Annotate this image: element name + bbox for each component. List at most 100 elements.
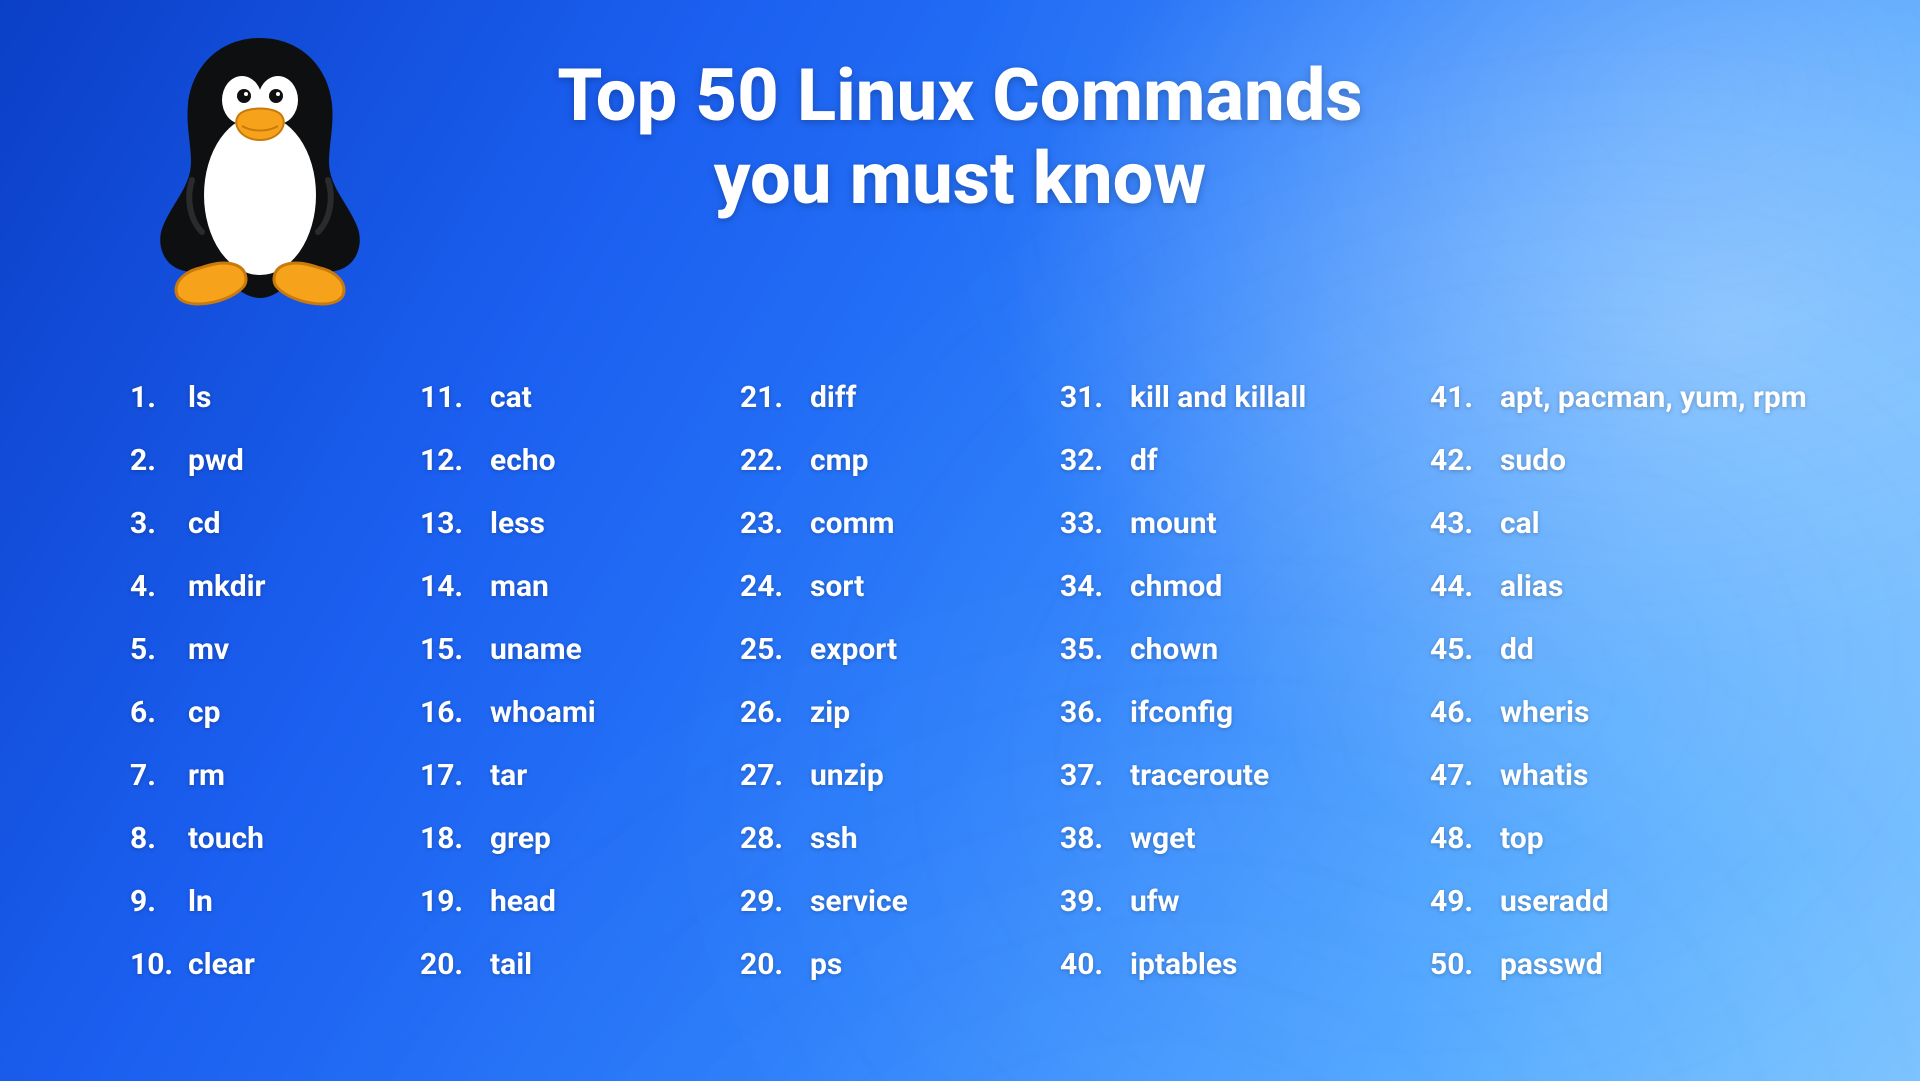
list-item: 23. comm [740, 506, 1050, 541]
title-line-2: you must know [714, 136, 1207, 221]
item-number: 23. [740, 506, 796, 541]
list-item: 18. grep [420, 821, 730, 856]
item-number: 20. [420, 947, 476, 982]
item-number: 48. [1430, 821, 1486, 856]
command-name: zip [810, 695, 850, 730]
item-number: 36. [1060, 695, 1116, 730]
item-number: 6. [130, 695, 174, 730]
command-name: mv [188, 632, 229, 667]
item-number: 47. [1430, 758, 1486, 793]
command-name: comm [810, 506, 895, 541]
item-number: 21. [740, 380, 796, 415]
command-name: echo [490, 443, 556, 478]
item-number: 35. [1060, 632, 1116, 667]
list-item: 26. zip [740, 695, 1050, 730]
list-item: 5. mv [130, 632, 410, 667]
command-name: cp [188, 695, 221, 730]
command-name: head [490, 884, 556, 919]
command-name: chmod [1130, 569, 1222, 604]
item-number: 2. [130, 443, 174, 478]
list-item: 31.kill and killall [1060, 380, 1420, 415]
commands-column: 11.cat12.echo13.less14.man15.uname16.who… [420, 380, 730, 982]
commands-column: 21.diff22.cmp23.comm24.sort25.export26.z… [740, 380, 1050, 982]
command-name: wget [1130, 821, 1196, 856]
command-name: useradd [1500, 884, 1609, 919]
list-item: 39. ufw [1060, 884, 1420, 919]
item-number: 14. [420, 569, 476, 604]
item-number: 22. [740, 443, 796, 478]
item-number: 15. [420, 632, 476, 667]
command-name: iptables [1130, 947, 1237, 982]
commands-column: 1.ls2.pwd3.cd4.mkdir5.mv6.cp7.rm8.touch9… [130, 380, 410, 982]
list-item: 29.service [740, 884, 1050, 919]
item-number: 40. [1060, 947, 1116, 982]
item-number: 18. [420, 821, 476, 856]
command-name: mkdir [188, 569, 266, 604]
list-item: 28.ssh [740, 821, 1050, 856]
list-item: 11.cat [420, 380, 730, 415]
item-number: 43. [1430, 506, 1486, 541]
item-number: 5. [130, 632, 174, 667]
item-number: 20. [740, 947, 796, 982]
command-name: sudo [1500, 443, 1566, 478]
command-name: ls [188, 380, 211, 415]
command-name: less [490, 506, 545, 541]
list-item: 36. ifconfig [1060, 695, 1420, 730]
command-name: top [1500, 821, 1544, 856]
title-line-1: Top 50 Linux Commands [557, 53, 1362, 138]
list-item: 34. chmod [1060, 569, 1420, 604]
list-item: 49. useradd [1430, 884, 1860, 919]
list-item: 27.unzip [740, 758, 1050, 793]
list-item: 35.chown [1060, 632, 1420, 667]
list-item: 38. wget [1060, 821, 1420, 856]
item-number: 1. [130, 380, 174, 415]
commands-column: 41.apt, pacman, yum, rpm42.sudo43.cal44.… [1430, 380, 1860, 982]
list-item: 3.cd [130, 506, 410, 541]
command-name: dd [1500, 632, 1534, 667]
item-number: 13. [420, 506, 476, 541]
item-number: 3. [130, 506, 174, 541]
command-name: ufw [1130, 884, 1180, 919]
item-number: 46. [1430, 695, 1486, 730]
command-name: traceroute [1130, 758, 1269, 793]
list-item: 17.tar [420, 758, 730, 793]
item-number: 19. [420, 884, 476, 919]
commands-column: 31.kill and killall 32. df 33.mount 34. chmod… [1060, 380, 1420, 982]
list-item: 48. top [1430, 821, 1860, 856]
command-name: tail [490, 947, 532, 982]
list-item: 4.mkdir [130, 569, 410, 604]
list-item: 22.cmp [740, 443, 1050, 478]
command-name: ifconfig [1130, 695, 1233, 730]
list-item: 24.sort [740, 569, 1050, 604]
list-item: 46.wheris [1430, 695, 1860, 730]
item-number: 34. [1060, 569, 1116, 604]
list-item: 2.pwd [130, 443, 410, 478]
item-number: 50. [1430, 947, 1486, 982]
list-item: 33.mount [1060, 506, 1420, 541]
item-number: 39. [1060, 884, 1116, 919]
item-number: 26. [740, 695, 796, 730]
item-number: 12. [420, 443, 476, 478]
command-name: export [810, 632, 897, 667]
item-number: 32. [1060, 443, 1116, 478]
item-number: 49. [1430, 884, 1486, 919]
page-title: Top 50 Linux Commands you must know [557, 55, 1362, 221]
list-item: 19. head [420, 884, 730, 919]
command-name: ssh [810, 821, 858, 856]
item-number: 38. [1060, 821, 1116, 856]
list-item: 8.touch [130, 821, 410, 856]
list-item: 1. ls [130, 380, 410, 415]
commands-grid: 1.ls2.pwd3.cd4.mkdir5.mv6.cp7.rm8.touch9… [130, 380, 1860, 982]
list-item: 6. cp [130, 695, 410, 730]
command-name: apt, pacman, yum, rpm [1500, 380, 1807, 415]
list-item: 40. iptables [1060, 947, 1420, 982]
command-name: grep [490, 821, 551, 856]
command-name: cat [490, 380, 532, 415]
item-number: 10. [130, 947, 174, 982]
item-number: 16. [420, 695, 476, 730]
item-number: 31. [1060, 380, 1116, 415]
list-item: 41.apt, pacman, yum, rpm [1430, 380, 1860, 415]
command-name: ln [188, 884, 213, 919]
command-name: df [1130, 443, 1158, 478]
list-item: 43.cal [1430, 506, 1860, 541]
